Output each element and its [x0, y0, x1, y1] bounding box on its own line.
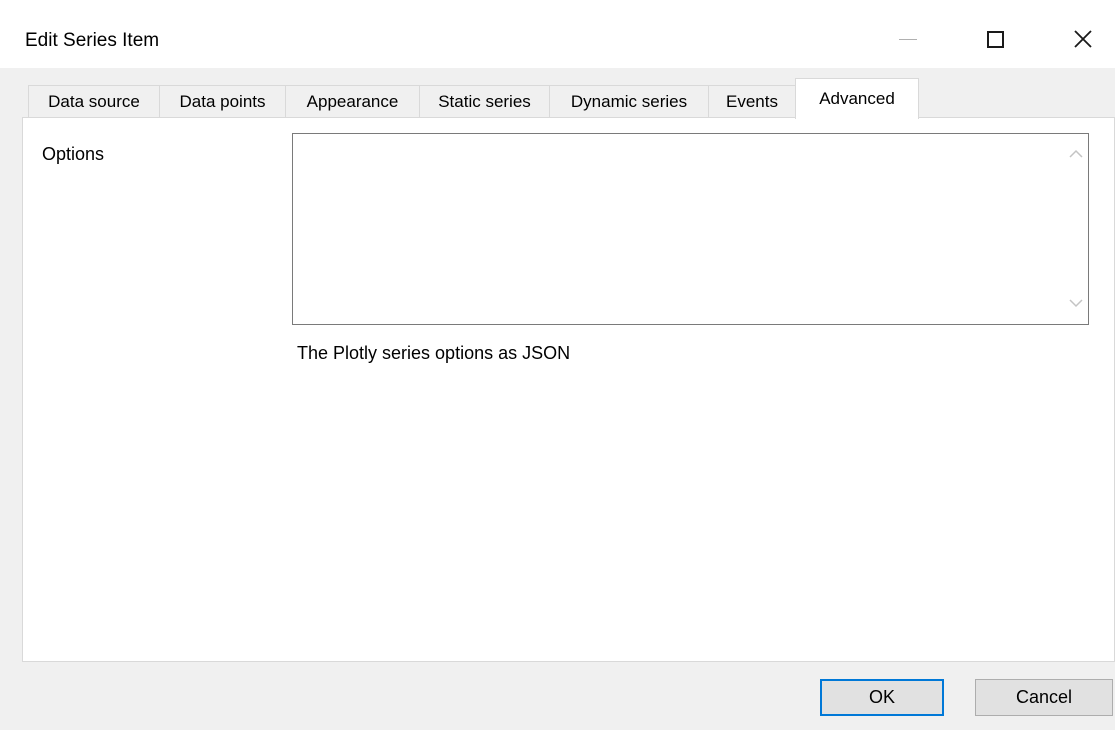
scroll-up-button[interactable] [1067, 145, 1085, 163]
tab-appearance[interactable]: Appearance [285, 85, 420, 118]
tab-label: Data points [179, 92, 266, 111]
tab-static-series[interactable]: Static series [419, 85, 550, 118]
ok-button[interactable]: OK [820, 679, 944, 716]
tab-data-source[interactable]: Data source [28, 85, 160, 118]
tab-data-points[interactable]: Data points [159, 85, 286, 118]
tab-events[interactable]: Events [708, 85, 796, 118]
tab-label: Advanced [819, 89, 895, 108]
options-label: Options [42, 144, 105, 164]
close-button[interactable] [1055, 14, 1111, 64]
title-bar: Edit Series Item [0, 0, 1115, 68]
tab-label: Appearance [306, 92, 399, 111]
chevron-up-icon [1069, 149, 1083, 158]
chevron-down-icon [1069, 299, 1083, 308]
minimize-button[interactable] [880, 14, 936, 64]
maximize-icon [986, 30, 1004, 48]
close-icon [1074, 30, 1092, 48]
options-description: The Plotly series options as JSON [297, 343, 571, 363]
tab-dynamic-series[interactable]: Dynamic series [549, 85, 709, 118]
options-textarea[interactable] [292, 133, 1089, 325]
tab-advanced[interactable]: Advanced [795, 78, 919, 119]
scroll-down-button[interactable] [1067, 294, 1085, 312]
tab-label: Dynamic series [570, 92, 688, 111]
window-title: Edit Series Item [25, 30, 160, 51]
tab-label: Static series [438, 92, 531, 111]
tab-label: Events [726, 92, 778, 111]
tab-label: Data source [48, 92, 140, 111]
maximize-button[interactable] [967, 14, 1023, 64]
cancel-button[interactable]: Cancel [975, 679, 1113, 716]
minimize-icon [899, 38, 917, 40]
